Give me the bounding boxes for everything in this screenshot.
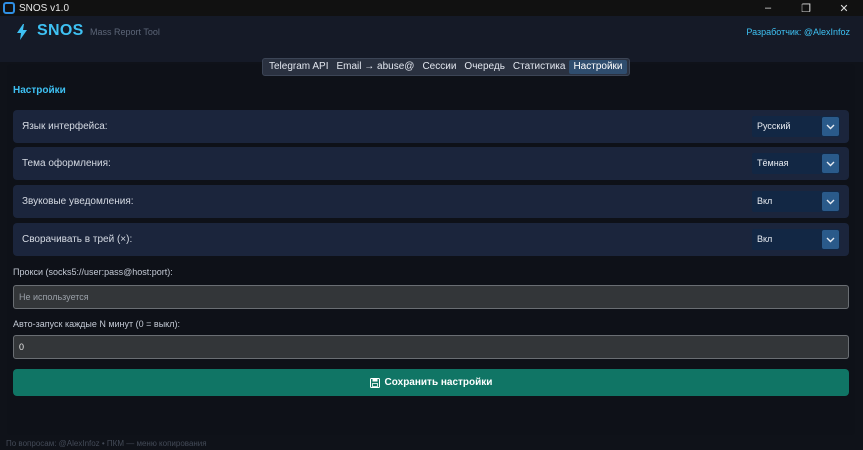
tab-email-abuse[interactable]: Email → abuse@ [332, 60, 418, 74]
lightning-bolt-icon [16, 24, 28, 45]
save-settings-button[interactable]: Сохранить настройки [13, 369, 849, 396]
window-title: SNOS v1.0 [19, 2, 70, 14]
tab-settings[interactable]: Настройки [569, 60, 627, 74]
proxy-input[interactable] [13, 285, 849, 309]
setting-row-tray: Сворачивать в трей (×): Вкл [13, 223, 849, 256]
setting-label: Язык интерфейса: [22, 121, 108, 132]
brand-tagline: Mass Report Tool [90, 27, 160, 37]
select-value: Тёмная [757, 158, 789, 168]
tray-select[interactable]: Вкл [752, 229, 840, 250]
close-button[interactable]: ✕ [825, 0, 863, 16]
minimize-button[interactable]: – [749, 0, 787, 16]
floppy-disk-icon [369, 377, 380, 388]
section-title: Настройки [13, 85, 66, 96]
footer-text: По вопросам: @AlexInfoz • ПКМ — меню коп… [6, 439, 207, 448]
setting-label: Сворачивать в трей (×): [22, 234, 133, 245]
tab-queue[interactable]: Очередь [460, 60, 509, 74]
language-select[interactable]: Русский [752, 116, 840, 137]
developer-link[interactable]: Разработчик: @AlexInfoz [746, 27, 850, 37]
sound-select[interactable]: Вкл [752, 191, 840, 212]
setting-label: Тема оформления: [22, 158, 111, 169]
setting-row-language: Язык интерфейса: Русский [13, 110, 849, 143]
setting-row-theme: Тема оформления: Тёмная [13, 147, 849, 180]
tab-bar: Telegram API Email → abuse@ Сессии Очере… [262, 58, 630, 76]
maximize-button[interactable]: ❐ [787, 0, 825, 16]
app-header: SNOS Mass Report Tool Разработчик: @Alex… [0, 16, 863, 62]
app-icon [3, 2, 15, 14]
chevron-down-icon[interactable] [822, 117, 839, 136]
tab-telegram-api[interactable]: Telegram API [265, 60, 332, 74]
chevron-down-icon[interactable] [822, 192, 839, 211]
autostart-label: Авто-запуск каждые N минут (0 = выкл): [13, 319, 180, 329]
setting-row-sound: Звуковые уведомления: Вкл [13, 185, 849, 218]
chevron-down-icon[interactable] [822, 154, 839, 173]
autostart-input[interactable] [13, 335, 849, 359]
chevron-down-icon[interactable] [822, 230, 839, 249]
select-value: Русский [757, 121, 791, 131]
window-controls: – ❐ ✕ [749, 0, 863, 16]
proxy-label: Прокси (socks5://user:pass@host:port): [13, 267, 173, 277]
tab-statistics[interactable]: Статистика [509, 60, 570, 74]
tab-sessions[interactable]: Сессии [418, 60, 460, 74]
save-button-label: Сохранить настройки [384, 377, 493, 388]
setting-label: Звуковые уведомления: [22, 196, 134, 207]
brand-name: SNOS [37, 22, 84, 39]
select-value: Вкл [757, 234, 773, 244]
theme-select[interactable]: Тёмная [752, 153, 840, 174]
select-value: Вкл [757, 196, 773, 206]
window-titlebar[interactable]: SNOS v1.0 – ❐ ✕ [0, 0, 863, 16]
